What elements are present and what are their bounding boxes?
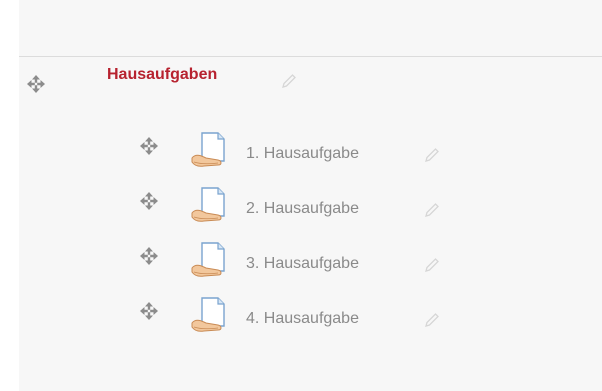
activity-label[interactable]: 2. Hausaufgabe <box>246 198 359 220</box>
activity-item[interactable]: 1. Hausaufgabe <box>140 131 460 171</box>
section-title[interactable]: Hausaufgaben <box>107 64 217 86</box>
activity-move-icon[interactable] <box>140 247 158 265</box>
activity-label[interactable]: 4. Hausaufgabe <box>246 308 359 330</box>
activity-edit-pencil-icon[interactable] <box>424 257 440 273</box>
activity-move-icon[interactable] <box>140 302 158 320</box>
assignment-icon[interactable] <box>188 186 232 226</box>
section-move-icon[interactable] <box>27 75 45 93</box>
activity-edit-pencil-icon[interactable] <box>424 312 440 328</box>
activity-move-icon[interactable] <box>140 192 158 210</box>
section-edit-pencil-icon[interactable] <box>281 73 297 89</box>
assignment-icon[interactable] <box>188 296 232 336</box>
activity-label[interactable]: 3. Hausaufgabe <box>246 253 359 275</box>
course-page: Hausaufgaben 1. Hausaufgabe 2. Hausaufga… <box>0 0 602 391</box>
activity-item[interactable]: 3. Hausaufgabe <box>140 241 460 281</box>
activity-label[interactable]: 1. Hausaufgabe <box>246 143 359 165</box>
section-divider <box>19 56 602 57</box>
assignment-icon[interactable] <box>188 131 232 171</box>
activity-edit-pencil-icon[interactable] <box>424 202 440 218</box>
assignment-icon[interactable] <box>188 241 232 281</box>
activity-item[interactable]: 2. Hausaufgabe <box>140 186 460 226</box>
activity-edit-pencil-icon[interactable] <box>424 147 440 163</box>
activity-move-icon[interactable] <box>140 137 158 155</box>
activity-item[interactable]: 4. Hausaufgabe <box>140 296 460 336</box>
